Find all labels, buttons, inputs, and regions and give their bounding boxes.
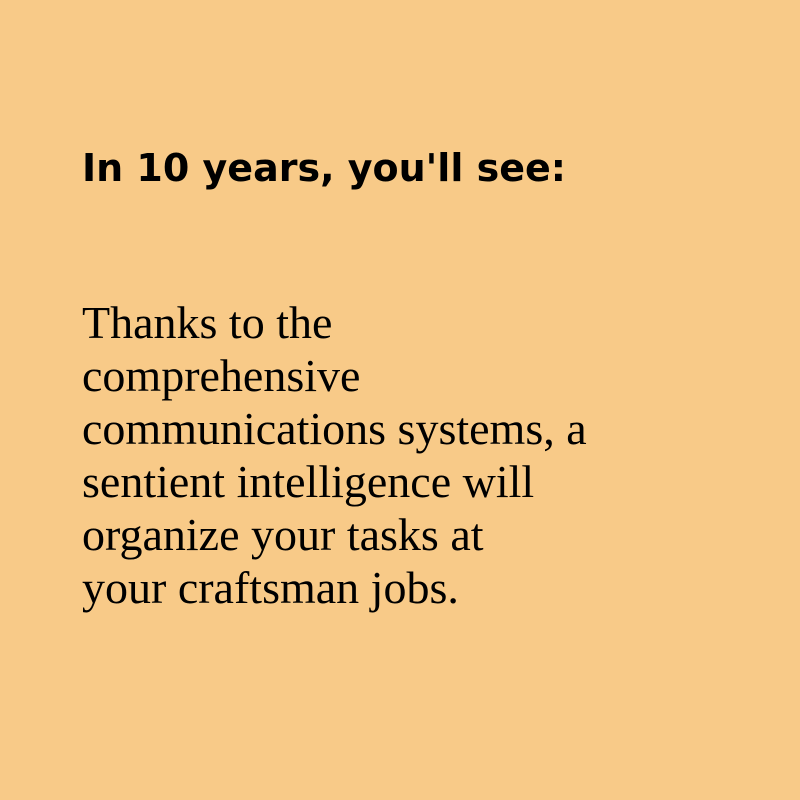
body-line-2: comprehensive [82,350,361,401]
body-line-4: sentient intelligence will [82,456,535,507]
body-line-5: organize your tasks at [82,509,484,560]
slide-card: In 10 years, you'll see: Thanks to the c… [0,0,800,800]
heading-text: In 10 years, you'll see: [82,146,566,190]
body-line-3: communications systems, a [82,403,587,454]
body-line-6: your craftsman jobs. [82,562,459,613]
body-line-1: Thanks to the [82,297,333,348]
body-text: Thanks to the comprehensive communicatio… [82,296,587,614]
